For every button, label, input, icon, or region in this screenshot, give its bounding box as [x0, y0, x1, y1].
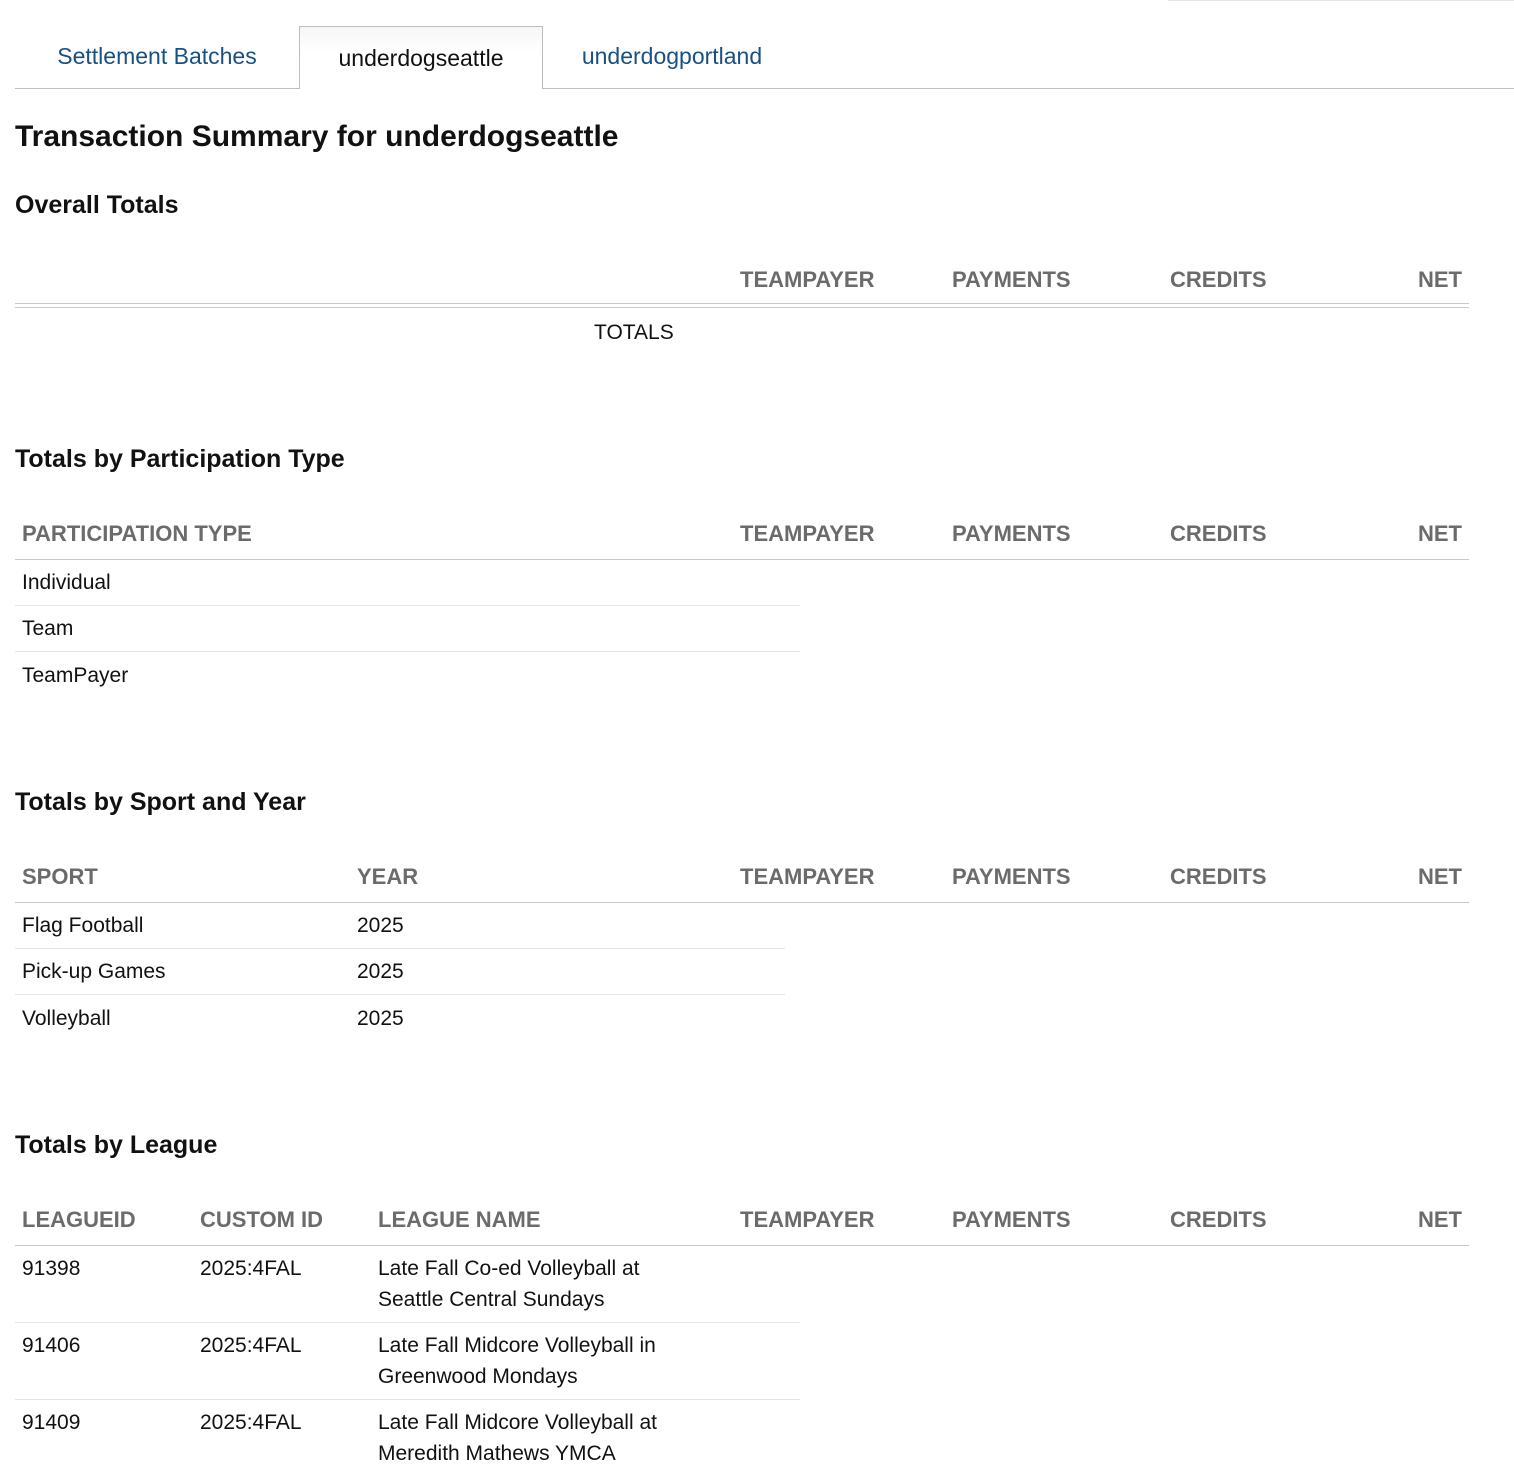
year-cell: 2025 — [357, 1007, 404, 1030]
custom-id-cell: 2025:4FAL — [200, 1411, 302, 1434]
column-header-net: NET — [1418, 864, 1462, 889]
custom-id-cell: 2025:4FAL — [200, 1257, 302, 1280]
header-divider — [15, 1245, 1469, 1246]
overall-totals-heading: Overall Totals — [15, 191, 179, 219]
row-divider — [15, 651, 800, 652]
row-divider — [15, 948, 785, 949]
row-divider — [15, 1322, 800, 1323]
leagueid-cell: 91409 — [22, 1411, 81, 1434]
participation-type-cell: TeamPayer — [22, 664, 129, 687]
top-divider — [1168, 0, 1514, 1]
column-header-credits: CREDITS — [1170, 521, 1267, 546]
participation-type-cell: Team — [22, 617, 74, 640]
row-divider — [15, 994, 785, 995]
totals-label: TOTALS — [594, 321, 674, 344]
league-name-line2: Greenwood Mondays — [378, 1365, 578, 1388]
sport-year-heading: Totals by Sport and Year — [15, 788, 306, 816]
participation-type-heading: Totals by Participation Type — [15, 445, 345, 473]
column-header-payments: PAYMENTS — [952, 267, 1071, 292]
tab-settlement-batches[interactable]: Settlement Batches — [15, 26, 299, 87]
column-header-net: NET — [1418, 267, 1462, 292]
sport-cell: Flag Football — [22, 914, 144, 937]
sport-cell: Pick-up Games — [22, 960, 166, 983]
header-divider — [15, 303, 1469, 304]
page-title: Transaction Summary for underdogseattle — [15, 120, 619, 153]
year-cell: 2025 — [357, 914, 404, 937]
column-header-teampayer: TEAMPAYER — [740, 521, 875, 546]
column-header-credits: CREDITS — [1170, 267, 1267, 292]
row-divider — [15, 1399, 800, 1400]
column-header-leagueid: LEAGUEID — [22, 1207, 136, 1232]
header-divider — [15, 559, 1469, 560]
league-heading: Totals by League — [15, 1131, 218, 1159]
column-header-league-name: LEAGUE NAME — [378, 1207, 541, 1232]
column-header-payments: PAYMENTS — [952, 864, 1071, 889]
custom-id-cell: 2025:4FAL — [200, 1334, 302, 1357]
leagueid-cell: 91398 — [22, 1257, 81, 1280]
column-header-teampayer: TEAMPAYER — [740, 864, 875, 889]
column-header-teampayer: TEAMPAYER — [740, 267, 875, 292]
league-name-line1: Late Fall Midcore Volleyball at — [378, 1411, 657, 1434]
column-header-payments: PAYMENTS — [952, 521, 1071, 546]
tab-bar: Settlement Batches underdogseattle under… — [15, 26, 1514, 89]
league-name-line1: Late Fall Co-ed Volleyball at — [378, 1257, 640, 1280]
column-header-custom-id: CUSTOM ID — [200, 1207, 324, 1232]
column-header-payments: PAYMENTS — [952, 1207, 1071, 1232]
league-name-line1: Late Fall Midcore Volleyball in — [378, 1334, 656, 1357]
column-header-net: NET — [1418, 1207, 1462, 1232]
tab-underdogportland[interactable]: underdogportland — [543, 26, 801, 87]
participation-type-cell: Individual — [22, 571, 111, 594]
leagueid-cell: 91406 — [22, 1334, 81, 1357]
column-header-credits: CREDITS — [1170, 864, 1267, 889]
column-header-sport: SPORT — [22, 864, 98, 889]
tab-underdogseattle[interactable]: underdogseattle — [299, 26, 543, 89]
column-header-participation-type: PARTICIPATION TYPE — [22, 521, 252, 546]
year-cell: 2025 — [357, 960, 404, 983]
row-divider — [15, 605, 800, 606]
column-header-teampayer: TEAMPAYER — [740, 1207, 875, 1232]
column-header-credits: CREDITS — [1170, 1207, 1267, 1232]
league-name-line2: Seattle Central Sundays — [378, 1288, 605, 1311]
league-name-line2: Meredith Mathews YMCA — [378, 1442, 616, 1465]
header-divider — [15, 902, 1469, 903]
column-header-year: YEAR — [357, 864, 419, 889]
sport-cell: Volleyball — [22, 1007, 111, 1030]
column-header-net: NET — [1418, 521, 1462, 546]
header-divider — [15, 307, 1469, 308]
